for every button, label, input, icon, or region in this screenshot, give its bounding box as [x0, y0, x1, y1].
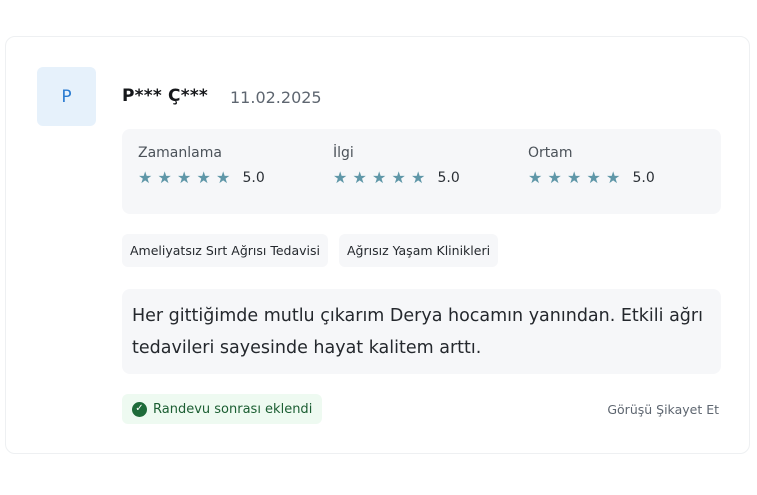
rating-attention: İlgi ★ ★ ★ ★ ★ 5.0 — [333, 145, 460, 186]
rating-score: 5.0 — [632, 170, 655, 186]
star-icon: ★ — [547, 168, 562, 187]
star-icon: ★ — [333, 168, 348, 187]
rating-timing: Zamanlama ★ ★ ★ ★ ★ 5.0 — [138, 145, 265, 186]
tag-list: Ameliyatsız Sırt Ağrısı Tedavisi Ağrısız… — [122, 234, 499, 267]
rating-label: İlgi — [333, 145, 354, 161]
check-circle-icon: ✓ — [132, 401, 147, 417]
star-icon: ★ — [157, 168, 172, 187]
treatment-tag[interactable]: Ameliyatsız Sırt Ağrısı Tedavisi — [122, 234, 328, 267]
star-rating: ★ ★ ★ ★ ★ — [528, 170, 624, 186]
star-icon: ★ — [177, 168, 192, 187]
star-icon: ★ — [138, 168, 153, 187]
rating-score: 5.0 — [437, 170, 460, 186]
rating-environment: Ortam ★ ★ ★ ★ ★ 5.0 — [528, 145, 655, 186]
clinic-tag[interactable]: Ağrısız Yaşam Klinikleri — [338, 234, 499, 267]
star-icon: ★ — [528, 168, 543, 187]
avatar-initial: P — [61, 86, 72, 107]
badge-label: Randevu sonrası eklendi — [153, 401, 313, 417]
star-icon: ★ — [216, 168, 231, 187]
star-icon: ★ — [606, 168, 621, 187]
review-date: 11.02.2025 — [230, 88, 322, 107]
rating-label: Ortam — [528, 145, 573, 161]
report-review-link[interactable]: Görüşü Şikayet Et — [607, 402, 719, 417]
verified-badge: ✓ Randevu sonrası eklendi — [122, 394, 323, 424]
ratings-panel: Zamanlama ★ ★ ★ ★ ★ 5.0 İlgi ★ ★ ★ ★ ★ 5.0 Ortam… — [122, 129, 721, 214]
star-icon: ★ — [391, 168, 406, 187]
star-icon: ★ — [586, 168, 601, 187]
rating-score: 5.0 — [242, 170, 265, 186]
review-card: P P*** Ç*** 11.02.2025 Zamanlama ★ ★ ★ ★ ★ 5… — [5, 36, 750, 454]
star-rating: ★ ★ ★ ★ ★ — [138, 170, 234, 186]
star-rating: ★ ★ ★ ★ ★ — [333, 170, 429, 186]
review-comment: Her gittiğimde mutlu çıkarım Derya hocam… — [122, 289, 721, 374]
star-icon: ★ — [567, 168, 582, 187]
author-name: P*** Ç*** — [122, 86, 208, 106]
star-icon: ★ — [411, 168, 426, 187]
star-icon: ★ — [372, 168, 387, 187]
rating-label: Zamanlama — [138, 145, 222, 161]
star-icon: ★ — [352, 168, 367, 187]
star-icon: ★ — [196, 168, 211, 187]
avatar: P — [37, 67, 96, 126]
